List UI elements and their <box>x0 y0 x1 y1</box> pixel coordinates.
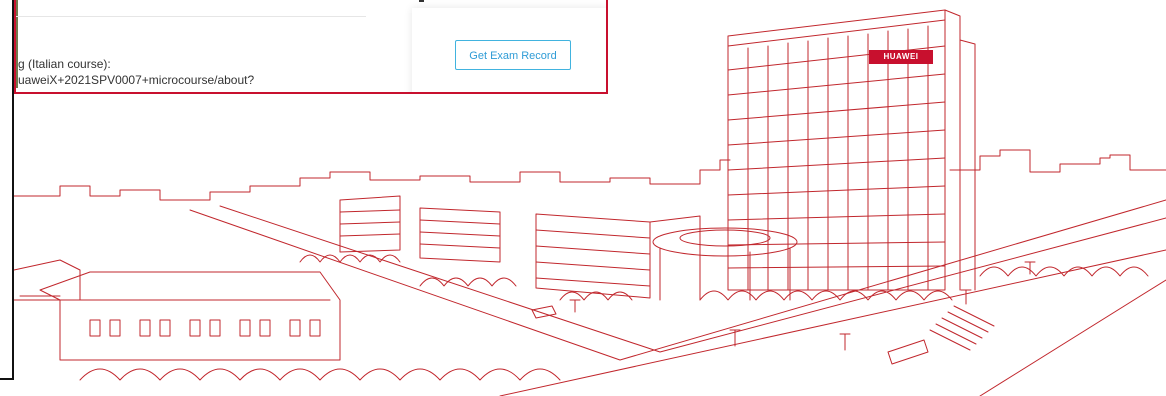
office-buildings <box>339 195 701 299</box>
crosswalk <box>929 305 995 351</box>
foreground-building <box>13 259 341 361</box>
course-url-fragment[interactable]: uaweiX+2021SPV0007+microcourse/about? <box>18 73 254 87</box>
distant-skyline <box>13 159 731 201</box>
ring-structure <box>652 227 798 257</box>
section-divider <box>16 16 366 17</box>
huawei-tower <box>727 9 976 291</box>
left-frame-bottom <box>0 378 14 380</box>
course-title-fragment: g (Italian course): <box>18 57 111 71</box>
bus <box>887 339 929 365</box>
huawei-sign: HUAWEI <box>869 50 933 64</box>
get-exam-record-button[interactable]: Get Exam Record <box>455 40 571 70</box>
course-screenshot-panel: g (Italian course): uaweiX+2021SPV0007+m… <box>14 0 608 94</box>
cropped-text-fragment <box>419 0 424 2</box>
main-road <box>189 199 1166 361</box>
